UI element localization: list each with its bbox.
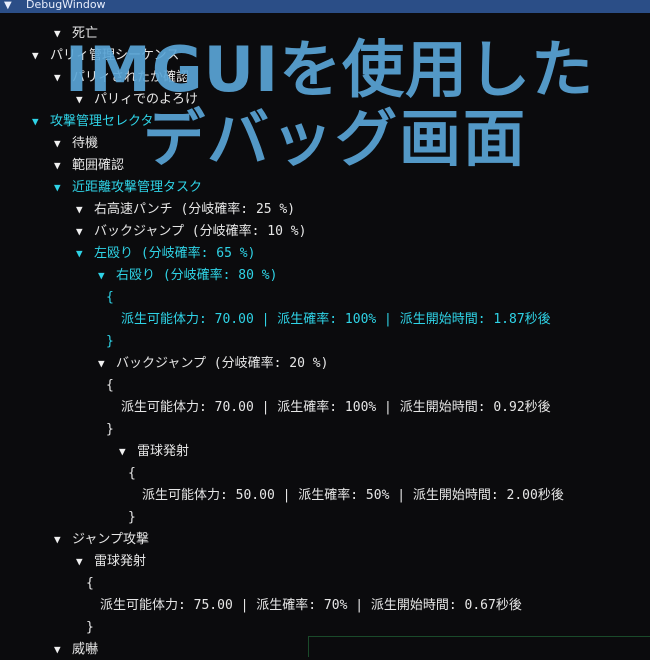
triangle-down-icon[interactable]: ▼ — [76, 552, 94, 572]
tree-node-label: } — [106, 334, 114, 349]
triangle-down-icon[interactable]: ▼ — [98, 266, 116, 286]
tree-node[interactable]: ▼ 右殴り (分岐確率: 80 %) — [98, 266, 277, 286]
tree-node-label: 派生可能体力: 70.00 | 派生確率: 100% | 派生開始時間: 0.9… — [121, 400, 551, 415]
tree-node-detail: { — [106, 288, 114, 308]
triangle-down-icon[interactable]: ▼ — [32, 46, 50, 66]
tree-node-detail: 派生可能体力: 70.00 | 派生確率: 100% | 派生開始時間: 1.8… — [121, 310, 551, 330]
triangle-down-icon[interactable]: ▼ — [76, 222, 94, 242]
tree-node[interactable]: ▼ 左殴り (分岐確率: 65 %) — [76, 244, 255, 264]
tree-node-label: ジャンプ攻撃 — [72, 532, 149, 547]
tree-node-detail: } — [86, 618, 94, 638]
debug-window-titlebar[interactable]: ▼ DebugWindow — [0, 0, 650, 13]
triangle-down-icon[interactable]: ▼ — [76, 90, 94, 110]
triangle-down-icon[interactable]: ▼ — [54, 24, 72, 44]
tree-node-detail: 派生可能体力: 70.00 | 派生確率: 100% | 派生開始時間: 0.9… — [121, 398, 551, 418]
tree-node-label: パリィ管理シーケンス — [50, 48, 180, 63]
tree-node[interactable]: ▼ パリィされたか確認 — [54, 68, 189, 88]
triangle-down-icon[interactable]: ▼ — [32, 112, 50, 132]
tree-node[interactable]: ▼ 待機 — [54, 134, 98, 154]
background-frame-edge — [308, 636, 650, 657]
tree-node-label: 派生可能体力: 75.00 | 派生確率: 70% | 派生開始時間: 0.67… — [100, 598, 522, 613]
tree-node[interactable]: ▼ バックジャンプ (分岐確率: 10 %) — [76, 222, 306, 242]
tree-node-label: 派生可能体力: 70.00 | 派生確率: 100% | 派生開始時間: 1.8… — [121, 312, 551, 327]
tree-node[interactable]: ▼ バックジャンプ (分岐確率: 20 %) — [98, 354, 328, 374]
triangle-down-icon[interactable]: ▼ — [4, 0, 12, 11]
triangle-down-icon[interactable]: ▼ — [54, 156, 72, 176]
tree-node-detail: { — [86, 574, 94, 594]
tree-node-detail: 派生可能体力: 50.00 | 派生確率: 50% | 派生開始時間: 2.00… — [142, 486, 564, 506]
tree-node-label: 攻撃管理セレクタ — [50, 114, 154, 129]
triangle-down-icon[interactable]: ▼ — [54, 530, 72, 550]
tree-node[interactable]: ▼ 死亡 — [54, 24, 98, 44]
tree-node[interactable]: ▼ 右高速パンチ (分岐確率: 25 %) — [76, 200, 295, 220]
tree-node[interactable]: ▼ 近距離攻撃管理タスク — [54, 178, 202, 198]
tree-node-label: { — [86, 576, 94, 591]
tree-node-label: 右殴り (分岐確率: 80 %) — [116, 268, 278, 283]
tree-node-detail: } — [106, 420, 114, 440]
tree-node[interactable]: ▼ パリィ管理シーケンス — [32, 46, 179, 66]
tree-node-detail: 派生可能体力: 75.00 | 派生確率: 70% | 派生開始時間: 0.67… — [100, 596, 522, 616]
tree-node-label: バックジャンプ (分岐確率: 10 %) — [94, 224, 307, 239]
tree-node[interactable]: ▼ 威嚇 — [54, 640, 98, 660]
triangle-down-icon[interactable]: ▼ — [54, 134, 72, 154]
window-title: DebugWindow — [26, 0, 106, 11]
tree-node-label: 近距離攻撃管理タスク — [72, 180, 203, 195]
tree-node-label: 死亡 — [72, 26, 99, 41]
tree-node[interactable]: ▼ ジャンプ攻撃 — [54, 530, 149, 550]
tree-node[interactable]: ▼ 雷球発射 — [76, 552, 146, 572]
tree-node-label: バックジャンプ (分岐確率: 20 %) — [116, 356, 329, 371]
tree-node-detail: { — [128, 464, 136, 484]
triangle-down-icon[interactable]: ▼ — [54, 178, 72, 198]
tree-node[interactable]: ▼ 範囲確認 — [54, 156, 124, 176]
triangle-down-icon[interactable]: ▼ — [98, 354, 116, 374]
triangle-down-icon[interactable]: ▼ — [54, 68, 72, 88]
tree-node-label: 右高速パンチ (分岐確率: 25 %) — [94, 202, 296, 217]
triangle-down-icon[interactable]: ▼ — [119, 442, 137, 462]
tree-node-label: 雷球発射 — [137, 444, 190, 459]
debug-window-content: ▼行動確認▼死亡▼パリィ管理シーケンス▼パリィされたか確認▼パリィでのよろけ▼攻… — [0, 0, 650, 657]
triangle-down-icon[interactable]: ▼ — [54, 640, 72, 660]
tree-node-label: 派生可能体力: 50.00 | 派生確率: 50% | 派生開始時間: 2.00… — [142, 488, 564, 503]
tree-node-label: { — [106, 290, 114, 305]
tree-node-detail: } — [106, 332, 114, 352]
tree-node-label: { — [128, 466, 136, 481]
tree-node[interactable]: ▼ 雷球発射 — [119, 442, 189, 462]
tree-node-label: } — [86, 620, 94, 635]
tree-node-label: 雷球発射 — [94, 554, 147, 569]
tree-node[interactable]: ▼ 攻撃管理セレクタ — [32, 112, 153, 132]
tree-node-label: { — [106, 378, 114, 393]
tree-node-label: } — [128, 510, 136, 525]
tree-node-label: 範囲確認 — [72, 158, 125, 173]
triangle-down-icon[interactable]: ▼ — [76, 244, 94, 264]
triangle-down-icon[interactable]: ▼ — [76, 200, 94, 220]
tree-node-detail: } — [128, 508, 136, 528]
tree-node-label: パリィでのよろけ — [94, 92, 199, 107]
tree-node-label: } — [106, 422, 114, 437]
tree-node-label: 左殴り (分岐確率: 65 %) — [94, 246, 256, 261]
tree-node-detail: { — [106, 376, 114, 396]
tree-node[interactable]: ▼ パリィでのよろけ — [76, 90, 198, 110]
tree-node-label: 待機 — [72, 136, 99, 151]
tree-node-label: パリィされたか確認 — [72, 70, 190, 85]
